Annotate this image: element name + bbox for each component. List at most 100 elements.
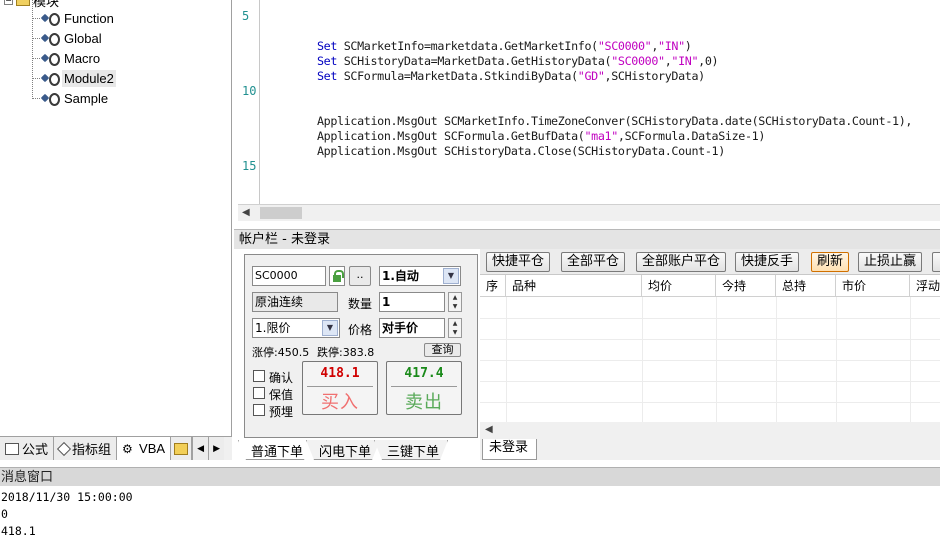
tab-flash-order[interactable]: 闪电下单 bbox=[306, 440, 380, 460]
grid-line bbox=[480, 318, 940, 319]
module-icon bbox=[40, 71, 60, 86]
order-type-select[interactable]: 1.限价 ▼ bbox=[252, 318, 340, 338]
column-header[interactable]: 品种 bbox=[506, 275, 642, 297]
line-number-gutter: 5 10 15 bbox=[238, 0, 260, 204]
mode-select-value: 1.自动 bbox=[382, 269, 419, 283]
tree-item-sample[interactable]: Sample bbox=[32, 88, 110, 108]
account-bar-title: 帐户栏 - 未登录 bbox=[234, 229, 940, 249]
tree-item-label: Sample bbox=[64, 90, 109, 106]
quick-close-button[interactable]: 快捷平仓 bbox=[486, 252, 551, 272]
stop-loss-profit-button[interactable]: 止损止赢 bbox=[858, 252, 923, 272]
mode-select[interactable]: 1.自动 ▼ bbox=[379, 266, 461, 286]
grid-line bbox=[776, 297, 777, 422]
tab-scroll-right-icon[interactable]: ▶ bbox=[208, 437, 225, 460]
limit-down-price: 跌停:383.8 bbox=[317, 346, 375, 359]
lock-icon[interactable] bbox=[329, 266, 345, 286]
tree-item-label: Macro bbox=[64, 50, 101, 66]
tab-indicator-group[interactable]: 指标组 bbox=[54, 437, 118, 460]
line-number: 5 bbox=[242, 9, 250, 23]
quantity-label: 数量 bbox=[348, 297, 373, 311]
grid-line bbox=[480, 402, 940, 403]
tree-item-label: Module2 bbox=[62, 69, 116, 87]
indicator-group-icon bbox=[56, 441, 72, 456]
grid-line bbox=[836, 297, 837, 422]
grid-line bbox=[480, 381, 940, 382]
tree-item-macro[interactable]: Macro bbox=[32, 48, 102, 68]
tree-item-global[interactable]: Global bbox=[32, 28, 104, 48]
grid-line bbox=[480, 339, 940, 340]
grid-line bbox=[910, 297, 911, 422]
message-window: 2018/11/30 15:00:00 0 418.1 bbox=[0, 486, 940, 544]
buy-price: 418.1 bbox=[320, 366, 360, 381]
order-entry-panel: SC0000 .. 1.自动 ▼ 原油连续 数量 1 ▲ ▼ 1.限价 ▼ 价格 … bbox=[244, 254, 478, 438]
more-button[interactable]: .. bbox=[349, 266, 371, 286]
column-header[interactable]: 总持 bbox=[776, 275, 836, 297]
confirm-checkbox[interactable] bbox=[253, 370, 265, 382]
tab-label: 指标组 bbox=[72, 442, 112, 457]
folder-icon bbox=[174, 442, 189, 455]
tab-folder[interactable] bbox=[171, 437, 193, 460]
scrollbar-thumb[interactable] bbox=[260, 207, 302, 219]
more-toolbar-button[interactable] bbox=[932, 252, 940, 272]
tab-label: 公式 bbox=[22, 442, 49, 457]
tab-normal-order[interactable]: 普通下单 bbox=[238, 440, 312, 460]
column-header[interactable]: 市价 bbox=[836, 275, 910, 297]
close-all-accounts-button[interactable]: 全部账户平仓 bbox=[636, 252, 727, 272]
column-header[interactable]: 今持 bbox=[716, 275, 776, 297]
tree-item-module2[interactable]: Module2 bbox=[32, 68, 116, 88]
sell-button[interactable]: 417.4 卖出 bbox=[386, 361, 462, 415]
quantity-input[interactable]: 1 bbox=[379, 292, 445, 312]
module-icon bbox=[40, 51, 60, 66]
quantity-stepper[interactable]: ▲ ▼ bbox=[448, 292, 462, 312]
preorder-label: 预埋 bbox=[269, 405, 294, 419]
query-button[interactable]: 查询 bbox=[424, 343, 461, 357]
collapse-icon[interactable]: − bbox=[4, 0, 13, 5]
tab-three-key-order[interactable]: 三键下单 bbox=[374, 440, 448, 460]
grid-line bbox=[716, 297, 717, 422]
order-type-value: 1.限价 bbox=[255, 321, 291, 335]
sell-price: 417.4 bbox=[404, 366, 444, 381]
tree-item-label: Function bbox=[64, 10, 114, 26]
column-header[interactable]: 序 bbox=[480, 275, 506, 297]
code-line: Application.MsgOut SCMarketInfo.TimeZone… bbox=[317, 114, 913, 128]
buy-button[interactable]: 418.1 买入 bbox=[302, 361, 378, 415]
tab-vba[interactable]: ⚙ VBA bbox=[117, 437, 172, 460]
grid-line bbox=[506, 297, 507, 422]
code-line: Application.MsgOut SCFormula.GetBufData(… bbox=[317, 129, 766, 143]
column-header[interactable]: 均价 bbox=[642, 275, 716, 297]
message-line: 418.1 bbox=[1, 524, 36, 538]
scroll-left-icon[interactable]: ◀ bbox=[485, 424, 493, 435]
message-window-title: 消息窗口 bbox=[0, 467, 940, 486]
refresh-button[interactable]: 刷新 bbox=[811, 252, 850, 272]
price-input[interactable]: 对手价 bbox=[379, 318, 445, 338]
editor-horizontal-scrollbar[interactable]: ◀ bbox=[238, 204, 940, 221]
positions-toolbar: 快捷平仓 全部平仓 全部账户平仓 快捷反手 刷新 止损止赢 bbox=[480, 249, 940, 274]
left-panel-tabs: 公式 指标组 ⚙ VBA ◀ ▶ bbox=[0, 436, 232, 460]
chevron-down-icon: ▼ bbox=[443, 268, 459, 284]
code-line: Application.MsgOut SCHistoryData.Close(S… bbox=[317, 144, 725, 158]
scroll-left-icon[interactable]: ◀ bbox=[242, 207, 250, 218]
price-label: 价格 bbox=[348, 323, 373, 337]
positions-horizontal-scrollbar[interactable]: ◀ bbox=[480, 422, 940, 439]
tree-item-function[interactable]: Function bbox=[32, 8, 116, 28]
hedge-checkbox[interactable] bbox=[253, 387, 265, 399]
tree-item-label: Global bbox=[64, 30, 102, 46]
limit-up-price: 涨停:450.5 bbox=[252, 346, 310, 359]
quick-reverse-button[interactable]: 快捷反手 bbox=[735, 252, 800, 272]
code-line: Set SCMarketInfo=marketdata.GetMarketInf… bbox=[317, 39, 692, 53]
module-icon bbox=[40, 11, 60, 26]
column-header[interactable]: 浮动 bbox=[910, 275, 940, 297]
module-tree-panel: − 模块 Function Global Macro Module2 Sampl… bbox=[0, 0, 232, 436]
buy-label: 买入 bbox=[321, 392, 359, 413]
tab-scroll-left-icon[interactable]: ◀ bbox=[192, 437, 209, 460]
code-editor[interactable]: 5 10 15 Set SCMarketInfo=marketdata.GetM… bbox=[238, 0, 940, 204]
close-all-button[interactable]: 全部平仓 bbox=[561, 252, 626, 272]
message-line: 0 bbox=[1, 507, 8, 521]
price-stepper[interactable]: ▲ ▼ bbox=[448, 318, 462, 338]
tab-not-logged-in[interactable]: 未登录 bbox=[482, 439, 538, 460]
tab-label: VBA bbox=[139, 441, 166, 456]
vba-icon: ⚙ bbox=[122, 441, 133, 456]
preorder-checkbox[interactable] bbox=[253, 404, 265, 416]
contract-code-input[interactable]: SC0000 bbox=[252, 266, 326, 286]
tab-formula[interactable]: 公式 bbox=[0, 437, 55, 460]
